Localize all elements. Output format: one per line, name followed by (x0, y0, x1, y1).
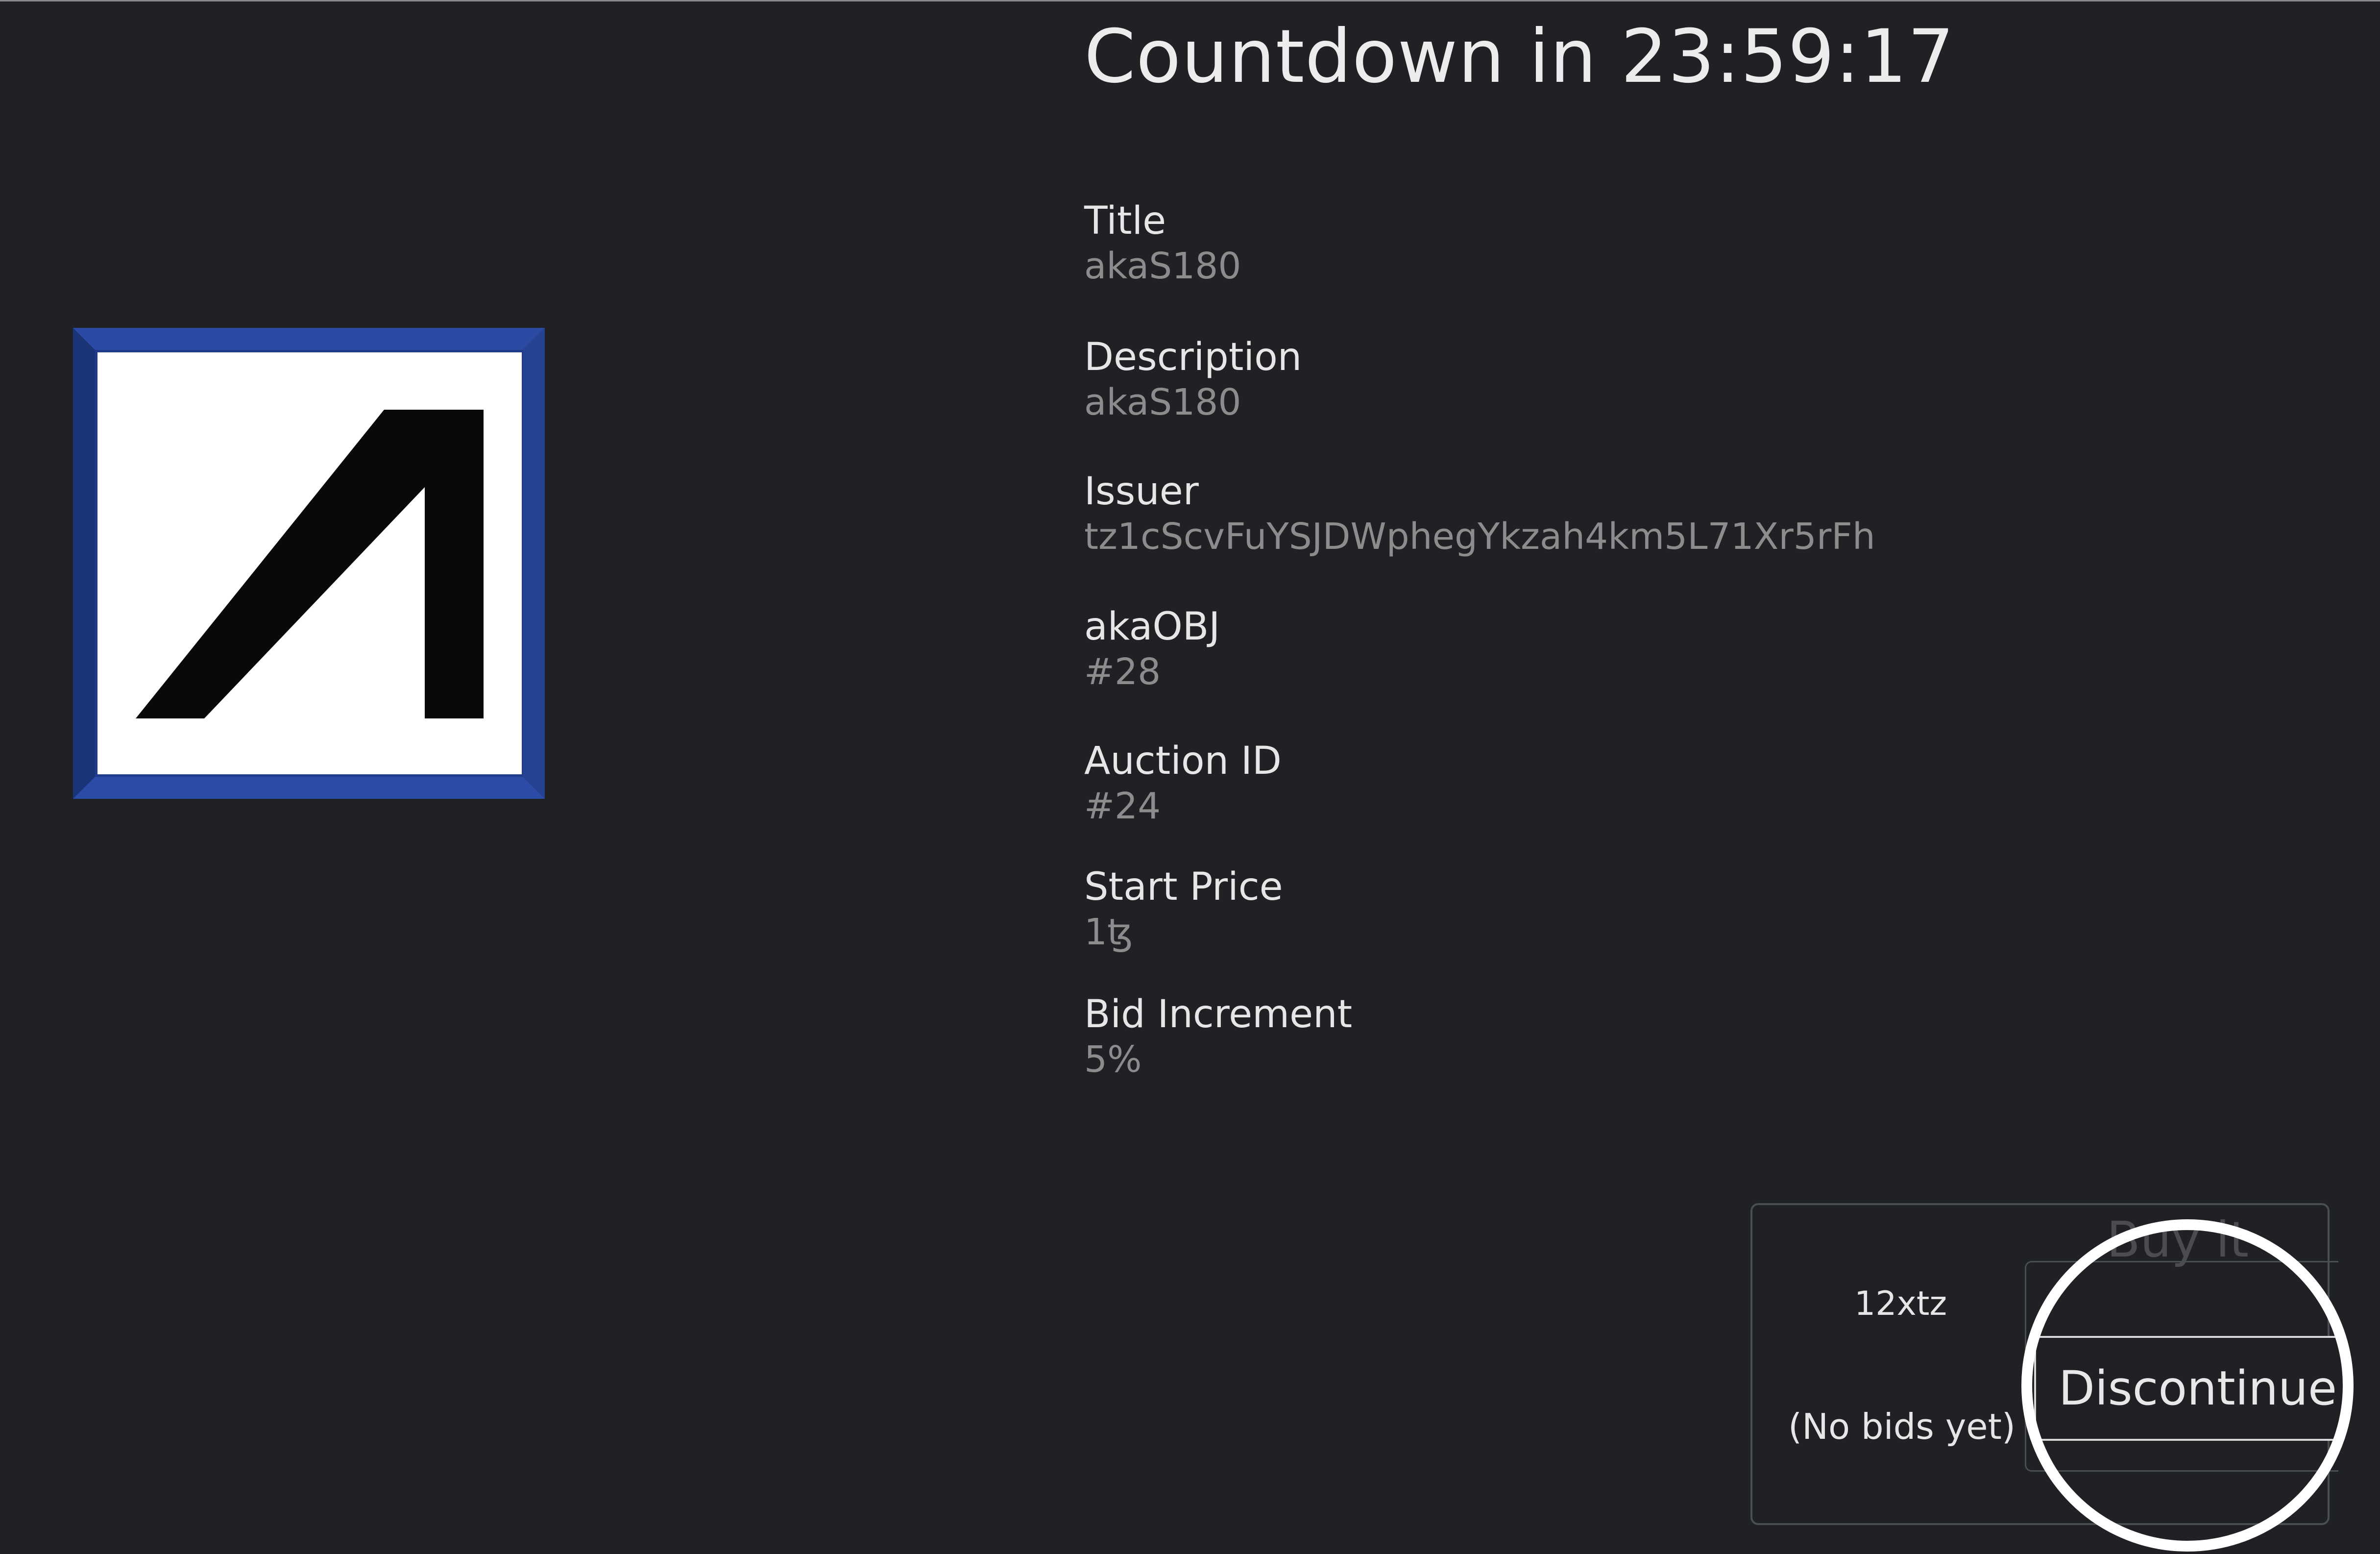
bid-status: (No bids yet) (1788, 1406, 2016, 1447)
bid-price: 12xtz (1854, 1284, 1947, 1323)
field-issuer: Issuer tz1cScvFuYSJDWphegYkzah4km5L71Xr5… (1084, 469, 1875, 559)
aka-logo-icon (73, 328, 545, 799)
field-label-issuer: Issuer (1084, 469, 1199, 514)
field-description: Description akaS180 (1084, 335, 1302, 425)
field-value-start-price: 1ꜩ (1084, 911, 1133, 953)
field-label-start-price: Start Price (1084, 865, 1283, 909)
field-label-title: Title (1084, 199, 1166, 243)
field-value-description: akaS180 (1084, 381, 1241, 423)
field-auction-id: Auction ID #24 (1084, 739, 1282, 829)
buy-now-ghost-text: Buy it now (2107, 1211, 2268, 1268)
field-title: Title akaS180 (1084, 198, 1241, 289)
field-value-auction-id: #24 (1084, 785, 1161, 827)
field-value-akaobj: #28 (1084, 651, 1161, 693)
field-value-title: akaS180 (1084, 245, 1241, 287)
countdown-heading: Countdown in 23:59:17 (1084, 13, 1955, 101)
field-label-akaobj: akaOBJ (1084, 605, 1220, 649)
field-value-bid-increment: 5% (1084, 1038, 1142, 1081)
window-top-border (0, 0, 2380, 1)
field-value-issuer: tz1cScvFuYSJDWphegYkzah4km5L71Xr5rFh (1084, 516, 1875, 558)
countdown-prefix: Countdown in (1084, 14, 1597, 99)
countdown-time: 23:59:17 (1621, 14, 1955, 99)
discontinue-button[interactable]: Discontinue (2034, 1336, 2338, 1441)
artwork-image (73, 328, 545, 799)
field-label-auction-id: Auction ID (1084, 739, 1282, 783)
field-bid-increment: Bid Increment 5% (1084, 992, 1352, 1082)
field-label-description: Description (1084, 335, 1302, 379)
field-label-bid-increment: Bid Increment (1084, 992, 1353, 1036)
field-akaobj: akaOBJ #28 (1084, 604, 1220, 694)
field-start-price: Start Price 1ꜩ (1084, 864, 1283, 955)
